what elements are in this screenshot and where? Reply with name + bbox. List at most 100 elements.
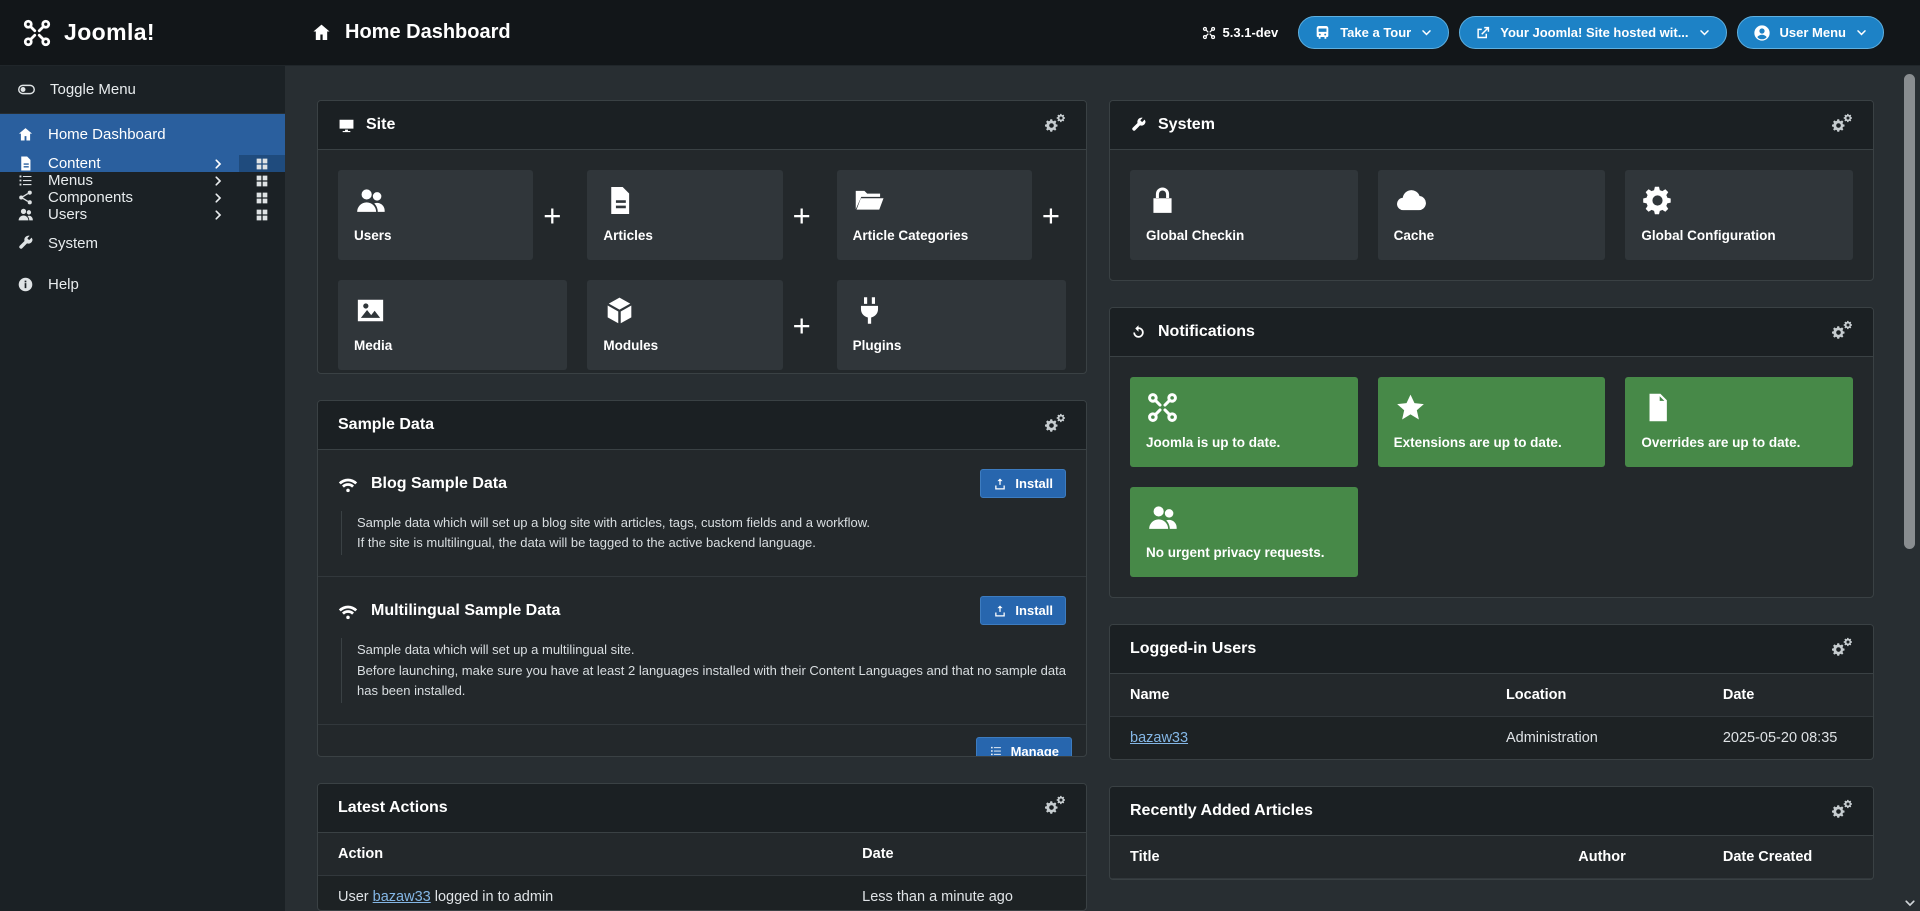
users-dashboard-button[interactable] bbox=[239, 206, 285, 223]
user-menu-label: User Menu bbox=[1780, 25, 1846, 40]
sidebar-item-components[interactable]: Components bbox=[0, 189, 239, 206]
user-menu-button[interactable]: User Menu bbox=[1737, 16, 1884, 49]
hosted-site-label: Your Joomla! Site hosted wit... bbox=[1500, 25, 1688, 40]
tile-users[interactable]: Users bbox=[338, 170, 533, 260]
card-options-button[interactable] bbox=[1831, 804, 1853, 819]
sidebar-item-label: Menus bbox=[48, 172, 93, 189]
tile-plugins[interactable]: Plugins bbox=[837, 280, 1066, 370]
tile-modules[interactable]: Modules bbox=[587, 280, 782, 370]
column-header: Title bbox=[1130, 849, 1578, 865]
column-header: Name bbox=[1130, 687, 1506, 703]
tile-global-checkin[interactable]: Global Checkin bbox=[1130, 170, 1358, 260]
sidebar-item-home-dashboard[interactable]: Home Dashboard bbox=[0, 114, 285, 155]
joomla-logo-icon bbox=[1146, 391, 1179, 424]
sidebar-item-menus[interactable]: Menus bbox=[0, 172, 239, 189]
logged-in-users-card: Logged-in Users Name Location Date bazaw… bbox=[1109, 624, 1874, 760]
scrollbar-thumb[interactable] bbox=[1904, 74, 1915, 549]
article-icon bbox=[603, 184, 636, 217]
name-cell: bazaw33 bbox=[1130, 730, 1506, 746]
card-title: System bbox=[1158, 116, 1215, 134]
content-dashboard-button[interactable] bbox=[239, 155, 285, 172]
user-circle-icon bbox=[1753, 24, 1771, 42]
recently-added-articles-card: Recently Added Articles Title Author Dat… bbox=[1109, 786, 1874, 880]
tile-label: Article Categories bbox=[853, 228, 1016, 243]
home-icon bbox=[311, 22, 332, 43]
scroll-down-indicator[interactable] bbox=[1903, 896, 1917, 910]
users-icon bbox=[17, 206, 34, 223]
tile-label: Cache bbox=[1394, 228, 1590, 243]
top-bar: Joomla! Home Dashboard 5.3.1-dev Take a … bbox=[0, 0, 1920, 66]
notification-overrides-up-to-date[interactable]: Overrides are up to date. bbox=[1625, 377, 1853, 467]
card-title: Latest Actions bbox=[338, 799, 448, 817]
sidebar-item-label: System bbox=[48, 235, 98, 252]
location-cell: Administration bbox=[1506, 730, 1723, 746]
tile-label: Modules bbox=[603, 338, 766, 353]
tile-article-categories[interactable]: Article Categories bbox=[837, 170, 1032, 260]
sidebar-row-menus: Menus bbox=[0, 172, 285, 189]
site-card-header: Site bbox=[318, 101, 1086, 150]
card-options-button[interactable] bbox=[1831, 642, 1853, 657]
column-header: Author bbox=[1578, 849, 1723, 865]
user-link[interactable]: bazaw33 bbox=[1130, 730, 1188, 746]
hosted-site-button[interactable]: Your Joomla! Site hosted wit... bbox=[1459, 16, 1726, 49]
table-header: Name Location Date bbox=[1110, 674, 1873, 717]
tile-label: Extensions are up to date. bbox=[1394, 435, 1590, 450]
sample-data-card: Sample Data Blog Sample Data Install Sam… bbox=[317, 400, 1087, 757]
cog-icon bbox=[1641, 184, 1674, 217]
sample-data-header: Sample Data bbox=[318, 401, 1086, 450]
notification-extensions-up-to-date[interactable]: Extensions are up to date. bbox=[1378, 377, 1606, 467]
take-a-tour-button[interactable]: Take a Tour bbox=[1298, 16, 1449, 49]
sidebar-item-help[interactable]: Help bbox=[0, 264, 285, 305]
add-module-button[interactable]: + bbox=[787, 280, 817, 370]
card-options-button[interactable] bbox=[1044, 418, 1066, 433]
wrench-icon bbox=[1130, 117, 1147, 134]
tile-label: No urgent privacy requests. bbox=[1146, 545, 1342, 560]
gears-icon bbox=[1056, 113, 1066, 123]
site-tile-cell: Plugins bbox=[837, 280, 1066, 370]
date-cell: 2025-05-20 08:35 bbox=[1723, 730, 1853, 746]
sidebar-item-content[interactable]: Content bbox=[0, 155, 239, 172]
toggle-menu-button[interactable]: Toggle Menu bbox=[0, 66, 285, 114]
notifications-card: Notifications Joomla is up to date. Exte… bbox=[1109, 307, 1874, 598]
add-user-button[interactable]: + bbox=[537, 170, 567, 260]
notification-privacy-requests[interactable]: No urgent privacy requests. bbox=[1130, 487, 1358, 577]
sidebar-item-system[interactable]: System bbox=[0, 223, 285, 264]
sidebar-item-users[interactable]: Users bbox=[0, 206, 239, 223]
tile-label: Overrides are up to date. bbox=[1641, 435, 1837, 450]
tile-media[interactable]: Media bbox=[338, 280, 567, 370]
tile-cache[interactable]: Cache bbox=[1378, 170, 1606, 260]
sidebar-item-label: Help bbox=[48, 276, 79, 293]
install-multilingual-sample-button[interactable]: Install bbox=[980, 596, 1066, 625]
add-article-button[interactable]: + bbox=[787, 170, 817, 260]
joomla-brand-link[interactable]: Joomla! bbox=[0, 18, 285, 48]
notification-joomla-up-to-date[interactable]: Joomla is up to date. bbox=[1130, 377, 1358, 467]
cube-icon bbox=[603, 294, 636, 327]
sample-item-title: Blog Sample Data bbox=[371, 475, 507, 493]
install-blog-sample-button[interactable]: Install bbox=[980, 469, 1066, 498]
sample-item-description: Sample data which will set up a blog sit… bbox=[341, 511, 1066, 555]
list-icon bbox=[989, 744, 1003, 757]
components-dashboard-button[interactable] bbox=[239, 189, 285, 206]
card-options-button[interactable] bbox=[1044, 800, 1066, 815]
topbar-actions: 5.3.1-dev Take a Tour Your Joomla! Site … bbox=[1202, 16, 1920, 49]
system-card: System Global Checkin Cache bbox=[1109, 100, 1874, 281]
card-title: Site bbox=[366, 116, 395, 134]
system-card-header: System bbox=[1110, 101, 1873, 150]
toggle-menu-label: Toggle Menu bbox=[50, 81, 136, 98]
notifications-header: Notifications bbox=[1110, 308, 1873, 357]
user-link[interactable]: bazaw33 bbox=[373, 889, 431, 905]
tile-global-configuration[interactable]: Global Configuration bbox=[1625, 170, 1853, 260]
article-icon bbox=[17, 155, 34, 172]
image-icon bbox=[354, 294, 387, 327]
tile-articles[interactable]: Articles bbox=[587, 170, 782, 260]
add-category-button[interactable]: + bbox=[1036, 170, 1066, 260]
card-options-button[interactable] bbox=[1044, 118, 1066, 133]
manage-button[interactable]: Manage bbox=[976, 737, 1072, 757]
card-options-button[interactable] bbox=[1831, 118, 1853, 133]
menus-dashboard-button[interactable] bbox=[239, 172, 285, 189]
wrench-icon bbox=[17, 235, 34, 252]
card-options-button[interactable] bbox=[1831, 325, 1853, 340]
refresh-icon bbox=[1130, 324, 1147, 341]
gears-icon bbox=[1843, 799, 1853, 809]
column-header: Date bbox=[862, 846, 1066, 862]
